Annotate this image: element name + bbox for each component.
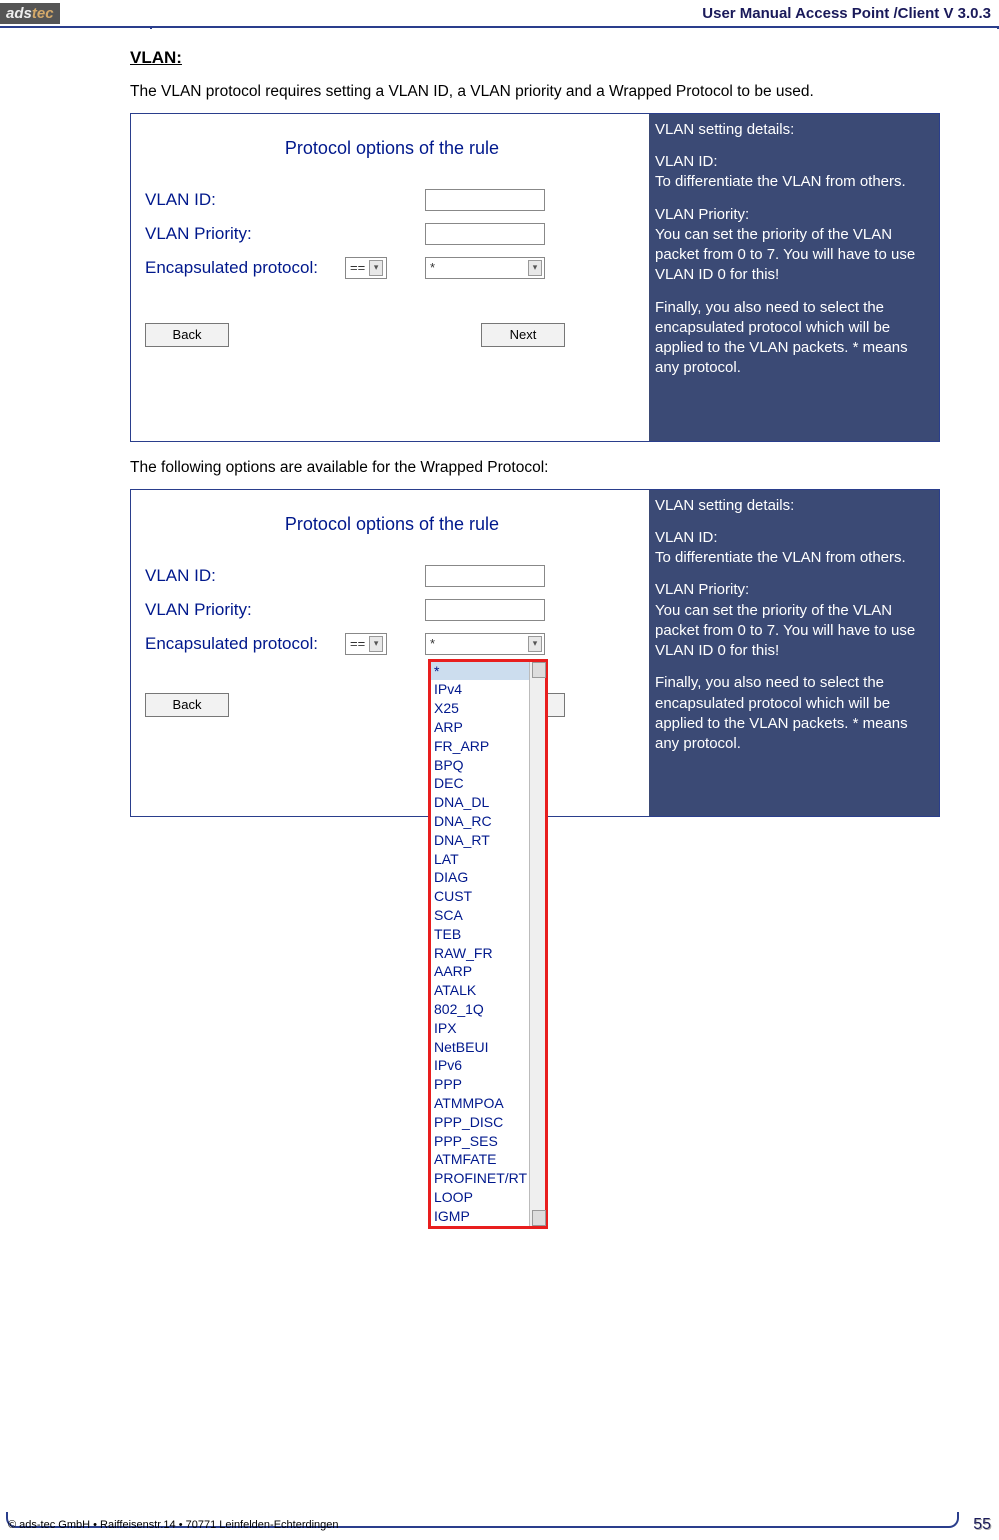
label-encapsulated: Encapsulated protocol: xyxy=(145,258,345,278)
protocol-select[interactable]: * ▾ xyxy=(425,633,545,655)
protocol-option[interactable]: X25 xyxy=(431,699,545,718)
page-footer: © ads-tec GmbH • Raiffeisenstr.14 • 7077… xyxy=(0,1516,999,1534)
vlan-dialog-figure-1: Protocol options of the rule VLAN ID: VL… xyxy=(130,113,940,442)
protocol-option[interactable]: ATALK xyxy=(431,981,545,1000)
help-vlan-id-title: VLAN ID: xyxy=(655,152,933,172)
help-vlan-id-title: VLAN ID: xyxy=(655,528,933,548)
label-vlan-id: VLAN ID: xyxy=(145,566,345,586)
chevron-down-icon: ▾ xyxy=(528,260,542,276)
logo: adstec xyxy=(0,3,60,24)
label-vlan-id: VLAN ID: xyxy=(145,190,345,210)
dialog-title: Protocol options of the rule xyxy=(145,138,639,159)
label-encapsulated: Encapsulated protocol: xyxy=(145,634,345,654)
protocol-option[interactable]: * xyxy=(431,662,545,681)
protocol-option[interactable]: PPP_SES xyxy=(431,1132,545,1151)
operator-value: == xyxy=(350,636,365,651)
protocol-option[interactable]: NetBEUI xyxy=(431,1038,545,1057)
page-number: 55 xyxy=(973,1516,991,1534)
back-button[interactable]: Back xyxy=(145,323,229,347)
vlan-priority-input[interactable] xyxy=(425,223,545,245)
protocol-value: * xyxy=(430,636,524,651)
logo-ads: ads xyxy=(6,5,32,22)
protocol-option[interactable]: BPQ xyxy=(431,756,545,775)
help-sidebar: VLAN setting details: VLAN ID: To differ… xyxy=(649,490,939,817)
vlan-dialog-figure-2: Protocol options of the rule VLAN ID: VL… xyxy=(130,489,940,818)
protocol-option[interactable]: CUST xyxy=(431,887,545,906)
label-vlan-priority: VLAN Priority: xyxy=(145,600,345,620)
protocol-option[interactable]: PPP xyxy=(431,1075,545,1094)
help-sidebar: VLAN setting details: VLAN ID: To differ… xyxy=(649,114,939,441)
scrollbar[interactable] xyxy=(529,662,545,1226)
protocol-option[interactable]: 802_1Q xyxy=(431,1000,545,1019)
page-header: adstec User Manual Access Point /Client … xyxy=(0,0,999,28)
protocol-option[interactable]: FR_ARP xyxy=(431,737,545,756)
protocol-option[interactable]: DIAG xyxy=(431,868,545,887)
chevron-down-icon: ▾ xyxy=(369,636,383,652)
vlan-id-input[interactable] xyxy=(425,565,545,587)
section-title: VLAN: xyxy=(130,48,939,68)
protocol-option[interactable]: AARP xyxy=(431,962,545,981)
logo-tec: tec xyxy=(32,5,54,22)
help-vlan-id-text: To differentiate the VLAN from others. xyxy=(655,172,933,192)
protocol-option[interactable]: TEB xyxy=(431,925,545,944)
protocol-option[interactable]: DNA_RT xyxy=(431,831,545,850)
protocol-dropdown[interactable]: *IPv4X25ARPFR_ARPBPQDECDNA_DLDNA_RCDNA_R… xyxy=(428,659,548,1229)
help-encapsulated-text: Finally, you also need to select the enc… xyxy=(655,298,933,379)
protocol-option[interactable]: LAT xyxy=(431,850,545,869)
protocol-option[interactable]: DNA_RC xyxy=(431,812,545,831)
copyright: © ads-tec GmbH • Raiffeisenstr.14 • 7077… xyxy=(8,1519,339,1531)
protocol-option[interactable]: ATMFATE xyxy=(431,1150,545,1169)
label-vlan-priority: VLAN Priority: xyxy=(145,224,345,244)
help-vlan-id-text: To differentiate the VLAN from others. xyxy=(655,548,933,568)
protocol-select[interactable]: * ▾ xyxy=(425,257,545,279)
protocol-option[interactable]: IPX xyxy=(431,1019,545,1038)
protocol-option[interactable]: DEC xyxy=(431,774,545,793)
protocol-value: * xyxy=(430,260,524,275)
protocol-option[interactable]: ARP xyxy=(431,718,545,737)
intro-paragraph: The VLAN protocol requires setting a VLA… xyxy=(130,82,939,103)
help-vlan-priority-title: VLAN Priority: xyxy=(655,580,933,600)
chevron-down-icon: ▾ xyxy=(369,260,383,276)
protocol-option[interactable]: LOOP xyxy=(431,1188,545,1207)
operator-value: == xyxy=(350,260,365,275)
help-vlan-priority-text: You can set the priority of the VLAN pac… xyxy=(655,601,933,662)
protocol-option[interactable]: IPv6 xyxy=(431,1056,545,1075)
help-encapsulated-text: Finally, you also need to select the enc… xyxy=(655,673,933,754)
next-button[interactable]: Next xyxy=(481,323,565,347)
dialog-title: Protocol options of the rule xyxy=(145,514,639,535)
protocol-option[interactable]: IGMP xyxy=(431,1207,545,1226)
doc-title: User Manual Access Point /Client V 3.0.3 xyxy=(60,5,999,22)
chevron-down-icon: ▾ xyxy=(528,636,542,652)
protocol-option[interactable]: PPP_DISC xyxy=(431,1113,545,1132)
operator-select[interactable]: == ▾ xyxy=(345,257,387,279)
vlan-id-input[interactable] xyxy=(425,189,545,211)
help-vlan-priority-text: You can set the priority of the VLAN pac… xyxy=(655,225,933,286)
help-heading: VLAN setting details: xyxy=(655,496,933,516)
protocol-option[interactable]: SCA xyxy=(431,906,545,925)
protocol-option[interactable]: IPv4 xyxy=(431,680,545,699)
help-heading: VLAN setting details: xyxy=(655,120,933,140)
vlan-priority-input[interactable] xyxy=(425,599,545,621)
protocol-option[interactable]: RAW_FR xyxy=(431,944,545,963)
operator-select[interactable]: == ▾ xyxy=(345,633,387,655)
help-vlan-priority-title: VLAN Priority: xyxy=(655,205,933,225)
back-button[interactable]: Back xyxy=(145,693,229,717)
protocol-option[interactable]: ATMMPOA xyxy=(431,1094,545,1113)
protocol-option[interactable]: DNA_DL xyxy=(431,793,545,812)
protocol-option[interactable]: PROFINET/RT xyxy=(431,1169,545,1188)
followup-paragraph: The following options are available for … xyxy=(130,458,939,479)
